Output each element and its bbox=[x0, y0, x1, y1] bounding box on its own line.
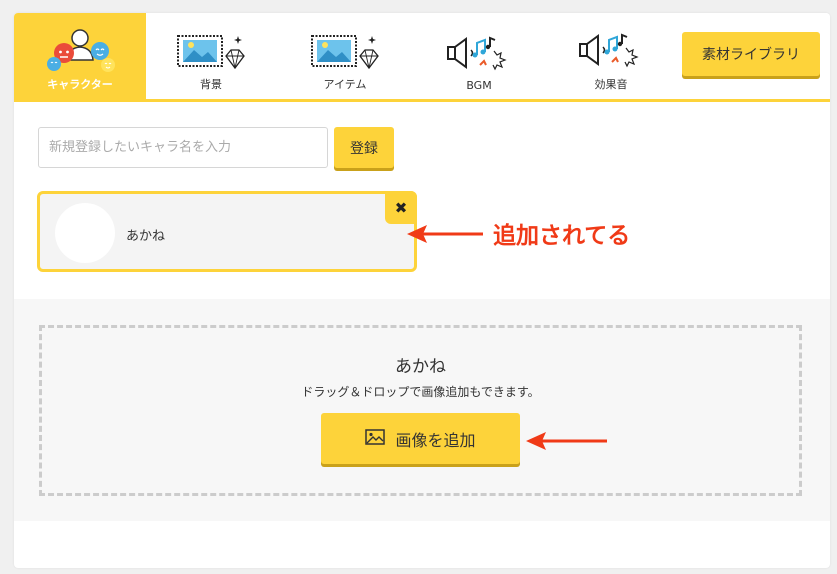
drop-zone-hint: ドラッグ＆ドロップで画像追加もできます。 bbox=[301, 385, 540, 399]
annotation-arrow-add-button bbox=[526, 432, 607, 450]
image-drop-zone[interactable]: あかね ドラッグ＆ドロップで画像追加もできます。 画像を追加 bbox=[39, 325, 802, 496]
tab-label: キャラクター bbox=[47, 78, 113, 91]
add-image-button[interactable]: 画像を追加 bbox=[321, 413, 520, 464]
tab-sound-effects[interactable]: 効果音 bbox=[556, 13, 666, 99]
tab-label: 効果音 bbox=[594, 78, 628, 91]
main-panel: キャラクター 背景 アイテム BGM 効果音 素材ライブラリ 新規登録したいキャ… bbox=[14, 13, 830, 568]
annotation-arrow-card bbox=[407, 225, 483, 243]
annotation-label: 追加されてる bbox=[493, 223, 631, 249]
item-image-icon bbox=[310, 30, 380, 72]
background-image-icon bbox=[176, 30, 246, 72]
tab-label: 背景 bbox=[200, 78, 222, 91]
characters-icon bbox=[41, 24, 119, 72]
tab-characters[interactable]: キャラクター bbox=[14, 13, 146, 99]
tab-bgm[interactable]: BGM bbox=[424, 13, 534, 99]
character-card[interactable]: あかね ✖ bbox=[37, 191, 417, 272]
tab-label: アイテム bbox=[323, 78, 367, 91]
avatar bbox=[55, 203, 115, 263]
add-image-label: 画像を追加 bbox=[395, 430, 476, 450]
sound-effect-speaker-icon bbox=[576, 30, 646, 72]
register-button[interactable]: 登録 bbox=[334, 127, 394, 168]
tab-label: BGM bbox=[466, 79, 492, 92]
bgm-speaker-icon bbox=[444, 33, 514, 75]
character-name-input[interactable] bbox=[38, 127, 328, 168]
tab-background[interactable]: 背景 bbox=[156, 13, 266, 99]
image-drop-section: あかね ドラッグ＆ドロップで画像追加もできます。 画像を追加 bbox=[14, 299, 830, 521]
character-name: あかね bbox=[126, 229, 166, 244]
drop-zone-title: あかね bbox=[395, 357, 446, 377]
close-icon: ✖ bbox=[394, 198, 408, 217]
image-icon bbox=[365, 428, 386, 449]
material-tab-bar: キャラクター 背景 アイテム BGM 効果音 素材ライブラリ bbox=[14, 13, 830, 102]
tab-items[interactable]: アイテム bbox=[290, 13, 400, 99]
delete-character-button[interactable]: ✖ bbox=[385, 191, 417, 224]
material-library-button[interactable]: 素材ライブラリ bbox=[682, 32, 820, 76]
